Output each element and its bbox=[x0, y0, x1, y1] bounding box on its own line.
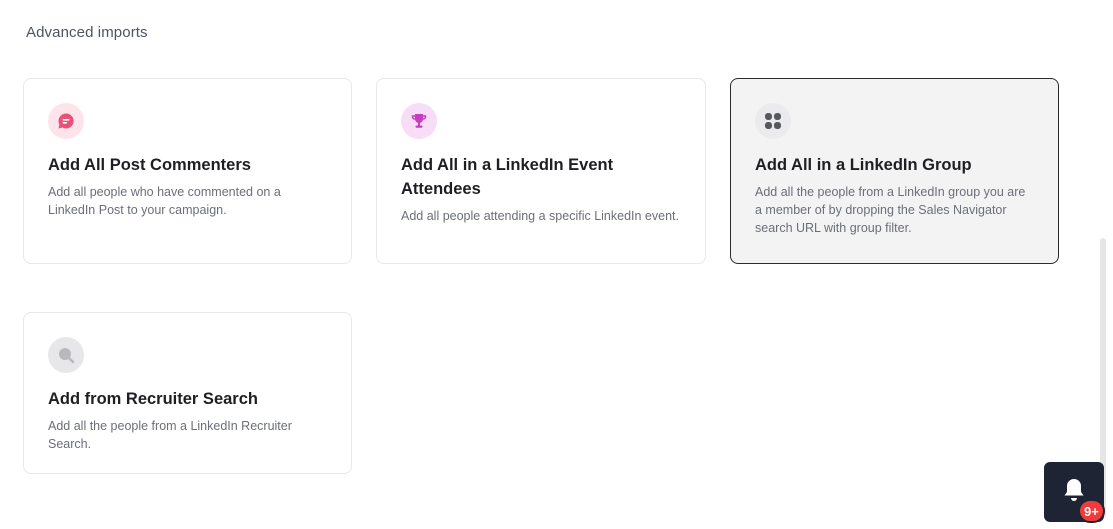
card-description: Add all people who have commented on a L… bbox=[48, 185, 281, 217]
trophy-icon bbox=[401, 103, 437, 139]
card-title: Add from Recruiter Search bbox=[48, 390, 258, 408]
card-linkedin-group[interactable]: Add All in a LinkedIn Group Add all the … bbox=[730, 78, 1059, 264]
card-title: Add All in a LinkedIn Group bbox=[755, 156, 972, 174]
card-title: Add All Post Commenters bbox=[48, 156, 251, 174]
card-title: Add All in a LinkedIn Event Attendees bbox=[401, 156, 614, 198]
card-event-attendees[interactable]: Add All in a LinkedIn Event Attendees Ad… bbox=[376, 78, 706, 264]
card-description: Add all people attending a specific Link… bbox=[401, 209, 679, 223]
notification-badge: 9+ bbox=[1078, 499, 1105, 523]
section-title: Advanced imports bbox=[26, 24, 148, 41]
search-icon bbox=[48, 337, 84, 373]
group-grid-icon bbox=[755, 103, 791, 139]
card-description: Add all the people from a LinkedIn group… bbox=[755, 185, 1026, 235]
card-recruiter-search[interactable]: Add from Recruiter Search Add all the pe… bbox=[23, 312, 352, 474]
comment-icon bbox=[48, 103, 84, 139]
card-description: Add all the people from a LinkedIn Recru… bbox=[48, 419, 292, 451]
card-post-commenters[interactable]: Add All Post Commenters Add all people w… bbox=[23, 78, 352, 264]
